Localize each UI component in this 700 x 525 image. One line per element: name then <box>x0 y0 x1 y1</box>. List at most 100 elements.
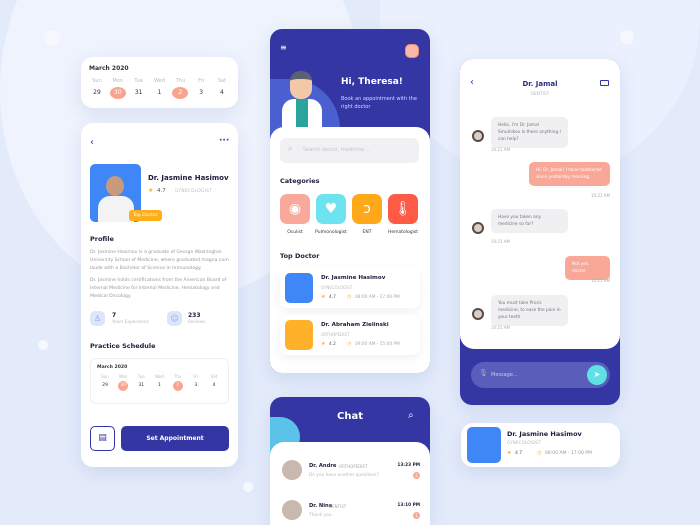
calendar-day[interactable]: 29 <box>100 381 110 391</box>
chat-preview: Do you have another questions? <box>309 473 379 478</box>
calendar-day[interactable]: 3 <box>193 87 209 99</box>
message-bubble: Hi, Dr. Jamal! I have toothache since ye… <box>529 162 610 186</box>
experience-value: 7 <box>112 312 117 319</box>
calendar-day[interactable]: 1 <box>154 381 164 391</box>
microphone-icon[interactable]: 🎙 <box>479 369 488 377</box>
calendar-day[interactable]: 31 <box>136 381 146 391</box>
star-icon: ★ <box>507 450 512 456</box>
menu-icon[interactable]: ≡ <box>280 43 287 52</box>
bg-dot <box>38 340 48 350</box>
calendar-day[interactable]: 2 <box>172 87 189 99</box>
star-icon: ★ <box>321 294 326 300</box>
rating: 4.7 <box>157 188 166 194</box>
clock-icon: ◷ <box>347 294 352 300</box>
top-doctor-heading: Top Doctor <box>280 252 320 260</box>
doctor-photo <box>285 273 313 303</box>
chat-time: 13:10 PM <box>397 503 420 508</box>
chat-list-item[interactable]: Dr. Andre ORTHOPEDIST 13:23 PM Do you have … <box>270 460 430 490</box>
search-icon: ⌕ <box>288 144 293 153</box>
user-avatar[interactable] <box>405 44 419 58</box>
category-ent[interactable]: ↄ <box>352 194 382 224</box>
send-icon[interactable]: ➤ <box>587 365 607 385</box>
weekday-label: Sat <box>210 374 218 379</box>
rating: 4.2 <box>329 342 336 347</box>
message-bubble: Not yet, doctor <box>565 256 610 280</box>
category-hematologist[interactable]: 🌡 <box>388 194 418 224</box>
message-bubble: You must take Proris medicine, to ease t… <box>491 295 568 326</box>
calendar-day[interactable]: 4 <box>209 381 219 391</box>
calendar-day[interactable]: 31 <box>131 87 147 99</box>
reviews-value: 233 <box>188 312 201 319</box>
video-call-icon[interactable] <box>600 80 609 86</box>
doctor-card[interactable]: Dr. Jasmine Hasimov GYNECOLOGIST ★ 4.7 ◷ 08:0… <box>280 268 420 308</box>
avatar <box>282 500 302 520</box>
weekday-label: Wed <box>155 374 164 379</box>
bio-paragraph: Dr. Jasmine Hasimov is a graduate of Geo… <box>90 250 229 271</box>
calendar-day[interactable]: 29 <box>89 87 105 99</box>
star-icon: ★ <box>321 341 326 347</box>
rating: 4.7 <box>329 295 336 300</box>
specialty: GYNECOLOGIST <box>321 285 353 290</box>
set-appointment-button[interactable]: Set Appointment <box>121 426 229 451</box>
doctor-card[interactable]: Dr. Abraham Zielinski ORTHOPEDIST ★ 4.2 ◷ 09:… <box>280 315 420 355</box>
doctor-avatar <box>472 308 484 320</box>
calendar-day[interactable]: 3 <box>191 381 201 391</box>
doctor-mini-card[interactable]: Dr. Jasmine Hasimov GYNECOLOGIST ★ 4.7 ◷… <box>461 423 620 467</box>
chat-list-screen: Chat ⌕ Dr. Andre ORTHOPEDIST 13:23 PM Do yo… <box>270 397 430 525</box>
specialty: ORTHOPEDIST <box>321 332 350 337</box>
more-icon[interactable]: ··· <box>219 136 229 146</box>
reviews-label: Reviews <box>188 320 206 325</box>
doctor-name: Dr. Jasmine Hasimov <box>507 430 582 438</box>
chat-time: 13:23 PM <box>397 463 420 468</box>
calendar-day[interactable]: 2 <box>172 381 183 391</box>
weekday-label: Mon <box>118 374 128 379</box>
rating: 4.7 <box>515 451 523 456</box>
message-input[interactable]: 🎙 Message... ➤ <box>471 362 610 388</box>
search-input[interactable]: ⌕ Search doctor, medicine ... <box>280 138 419 163</box>
ear-icon: ↄ <box>363 201 371 217</box>
chat-button[interactable]: ▤ <box>90 426 115 451</box>
schedule-calendar: March 2020 Sun Mon Tue Wed Thu Fri Sat 29 30 31 1… <box>90 358 229 404</box>
greeting: Hi, Theresa! <box>341 77 403 87</box>
thermometer-icon: 🌡 <box>394 201 412 217</box>
doctor-illustration <box>282 71 322 131</box>
message-time: 10:21 AM <box>591 278 610 283</box>
message-time: 10:21 AM <box>491 239 510 244</box>
conversation-name: Dr. Jamal <box>522 80 558 88</box>
schedule-heading: Practice Schedule <box>90 342 156 350</box>
chat-list-item[interactable]: Dr. Nina DENTIST 13:10 PM Thank you 1 <box>270 500 430 525</box>
calendar-month: March 2020 <box>89 65 129 72</box>
hours: 08:00 AM - 17:00 PM <box>545 451 592 456</box>
weekday-label: Mon <box>112 78 124 84</box>
doctor-avatar <box>472 222 484 234</box>
eye-icon: ◉ <box>288 201 302 217</box>
reviews-icon: ☺ <box>167 311 182 326</box>
chat-title: Chat <box>337 411 363 422</box>
message-placeholder: Message... <box>491 372 518 378</box>
unread-badge: 2 <box>413 472 420 479</box>
weekday-label: Sun <box>92 78 102 84</box>
experience-label: Years Experience <box>112 320 149 325</box>
calendar-day[interactable]: 30 <box>118 381 129 391</box>
category-label: Oculist <box>287 230 303 235</box>
conversation-specialty: DENTIST <box>530 92 550 97</box>
search-icon[interactable]: ⌕ <box>408 410 414 421</box>
calendar-day[interactable]: 1 <box>151 87 167 99</box>
message-time: 10:21 AM <box>491 147 510 152</box>
category-oculist[interactable]: ◉ <box>280 194 310 224</box>
experience-icon: ♙ <box>90 311 105 326</box>
doctor-profile-screen: ‹ ··· Top Doctor Dr. Jasmine Hasimov ★ 4… <box>81 123 238 467</box>
weekday-label: Sat <box>217 78 227 84</box>
doctor-name: Dr. Jasmine Hasimov <box>321 275 386 281</box>
weekday-label: Fri <box>198 78 205 84</box>
bio-paragraph: Dr. Jasmine holds certifications from th… <box>90 278 227 299</box>
category-pulmonologist[interactable]: ♥ <box>316 194 346 224</box>
doctor-photo <box>285 320 313 350</box>
avatar <box>282 460 302 480</box>
calendar-day[interactable]: 30 <box>109 87 126 99</box>
profile-heading: Profile <box>90 235 114 243</box>
back-icon[interactable]: ‹ <box>90 137 94 148</box>
calendar-day[interactable]: 4 <box>214 87 230 99</box>
star-icon: ★ <box>148 187 154 194</box>
category-label: Pulmonologist <box>315 230 347 235</box>
